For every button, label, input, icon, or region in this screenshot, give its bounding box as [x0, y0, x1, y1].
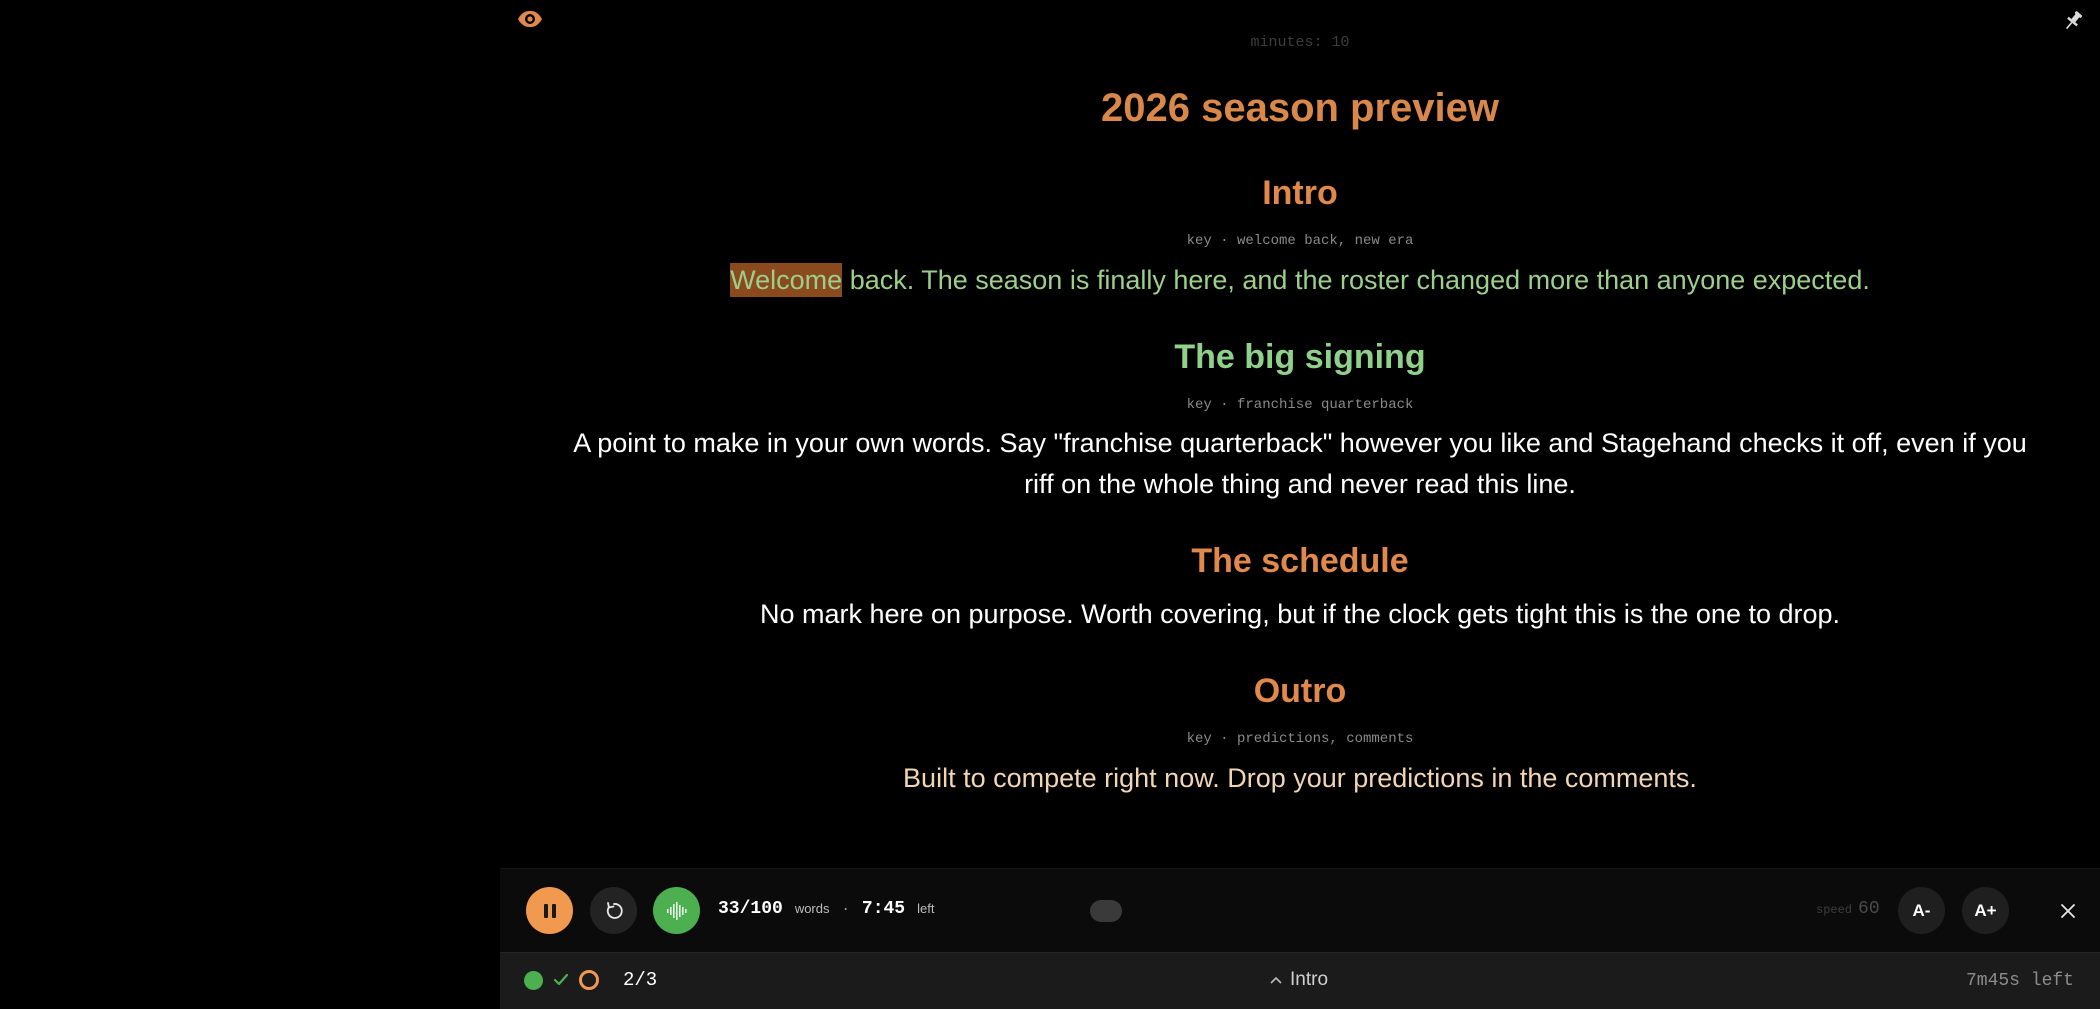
speed-label: speed	[1816, 903, 1853, 917]
current-section-selector[interactable]: Intro	[1270, 969, 1328, 991]
status-bar: 2/3 Intro 7m45s left	[500, 952, 2100, 1009]
pause-icon	[543, 903, 556, 918]
section-progress: 2/3	[524, 969, 657, 991]
script-meta: minutes: 10	[1250, 34, 1350, 51]
script-title: 2026 season preview	[1100, 86, 1500, 130]
pause-button[interactable]	[526, 887, 573, 934]
chevron-up-icon	[1270, 976, 1282, 984]
script-view: minutes: 10 2026 season preview Intro ke…	[500, 0, 2100, 866]
restart-icon	[606, 901, 623, 919]
section-text-schedule: No mark here on purpose. Worth covering,…	[759, 599, 1841, 629]
section-key-big-signing: key · franchise quarterback	[1186, 397, 1414, 413]
section-key-intro: key · welcome back, new era	[1186, 233, 1414, 249]
total-time-left: 7m45s left	[1965, 971, 2074, 991]
current-word-highlight: Welcome	[730, 263, 843, 297]
section-text-intro-rest: back. The season is finally here, and th…	[842, 265, 1870, 295]
time-remaining: 7:45	[861, 899, 906, 919]
section-text-intro: Welcome back. The season is finally here…	[570, 260, 2030, 301]
section-heading-intro[interactable]: Intro	[500, 174, 2100, 213]
words-count: 33/100	[718, 899, 783, 919]
waveform-icon	[666, 901, 687, 920]
left-pane	[0, 0, 500, 1008]
section-pending-indicator	[579, 970, 599, 990]
checkmark-icon	[553, 973, 569, 986]
font-decrease-button[interactable]: A-	[1898, 887, 1945, 934]
close-icon	[2061, 904, 2075, 918]
section-heading-schedule[interactable]: The schedule	[500, 542, 2100, 581]
section-text-big-signing: A point to make in your own words. Say "…	[573, 428, 2027, 499]
close-button[interactable]	[2055, 898, 2081, 924]
words-label: words	[794, 901, 830, 916]
font-increase-button[interactable]: A+	[1962, 887, 2009, 934]
restart-button[interactable]	[590, 887, 637, 934]
time-left-label: left	[917, 901, 935, 916]
stats-separator: ·	[841, 902, 850, 918]
control-bar: 33/100 words · 7:45 left speed 60 A- A+	[500, 868, 2100, 953]
speed-display: speed 60	[1816, 899, 1880, 919]
section-key-outro: key · predictions, comments	[1186, 731, 1414, 747]
section-heading-outro[interactable]: Outro	[500, 672, 2100, 711]
section-heading-big-signing[interactable]: The big signing	[500, 338, 2100, 377]
current-section-label: Intro	[1290, 969, 1329, 990]
speed-value: 60	[1858, 899, 1880, 919]
voice-tracking-button[interactable]	[653, 887, 700, 934]
mode-toggle[interactable]	[1090, 900, 1122, 922]
progress-stats: 33/100 words · 7:45 left	[718, 899, 934, 919]
section-progress-count: 2/3	[623, 969, 658, 991]
section-text-outro: Built to compete right now. Drop your pr…	[903, 763, 1697, 793]
section-done-indicator	[524, 970, 543, 990]
